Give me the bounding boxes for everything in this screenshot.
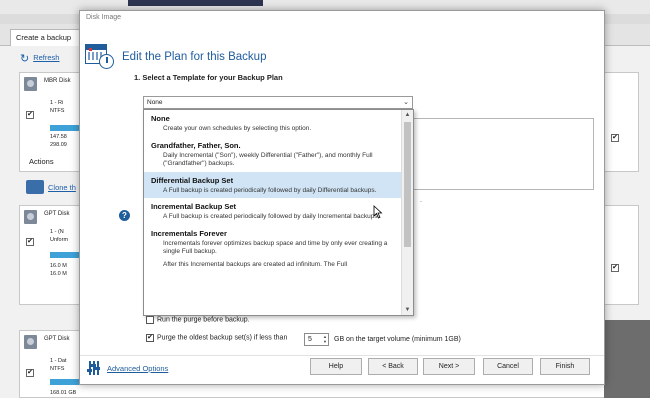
clone-link[interactable]: Clone th [26,180,76,194]
mouse-cursor-icon [373,205,383,219]
scroll-up-icon[interactable]: ▲ [402,110,413,120]
run-purge-option[interactable]: Run the purge before backup. [146,316,250,324]
disk-checkbox[interactable]: ✔ [26,238,34,246]
scrollbar-thumb[interactable] [404,122,411,247]
template-option-incremental[interactable]: Incremental Backup Set A Full backup is … [144,198,402,225]
template-select-value: None [147,99,163,106]
help-icon[interactable]: ? [119,210,130,221]
partition-size: 16.0 M 16.0 M [50,263,67,277]
calendar-clock-icon [85,41,115,69]
purge-size-stepper[interactable]: 5 ▲ ▼ [304,333,329,346]
advanced-options-link[interactable]: Advanced Options [107,364,168,373]
disk-checkbox[interactable]: ✔ [26,111,34,119]
dialog-window-title: Disk Image [86,14,122,21]
purge-oldest-checkbox[interactable]: ✔ [146,334,154,342]
app-title-strip [128,0,263,6]
scroll-down-icon[interactable]: ▼ [402,305,413,315]
disk-image-dialog: Disk Image Edit the Plan for this Backup… [79,10,605,385]
run-purge-checkbox[interactable] [146,316,154,324]
partition-info: 1 - (N Unform [50,229,69,243]
hard-disk-icon [24,77,37,91]
back-button[interactable]: < Back [368,358,418,375]
background-shadow-region [604,320,650,398]
dialog-heading: Edit the Plan for this Backup [122,51,267,63]
schedule-panel [410,118,594,190]
template-option-none[interactable]: None Create your own schedules by select… [144,110,402,137]
chevron-down-icon[interactable]: ⌄ [403,98,409,106]
finish-button[interactable]: Finish [540,358,590,375]
hard-disk-icon [24,210,37,224]
dropdown-scrollbar[interactable]: ▲ ▼ [401,110,413,315]
template-option-differential[interactable]: Differential Backup Set A Full backup is… [144,171,402,198]
purge-oldest-option[interactable]: ✔ Purge the oldest backup set(s) if less … [146,334,287,342]
disk-title: GPT Disk [44,211,70,217]
partition-info: 1 - Dat NTFS [50,358,67,372]
disk-title: MBR Disk [44,78,71,84]
panel-marker: . [420,197,422,204]
clone-icon [26,180,44,194]
sliders-icon[interactable] [87,361,101,375]
template-option-incrementals-forever[interactable]: Incrementals Forever Incrementals foreve… [144,225,402,273]
partition-size: 168.01 GB [50,390,77,396]
template-select[interactable]: None ⌄ [143,96,413,109]
tab-create-backup[interactable]: Create a backup [10,29,80,46]
help-button[interactable]: Help [310,358,362,375]
hard-disk-icon [24,335,37,349]
step-label: 1. Select a Template for your Backup Pla… [134,73,283,82]
partition-size: 147.58 298.09 [50,134,67,148]
template-options: None Create your own schedules by select… [144,110,402,315]
disk-checkbox[interactable]: ✔ [26,369,34,377]
right-checkbox[interactable]: ✔ [611,264,619,272]
partition-usage-bar [50,125,80,131]
footer-divider [80,355,604,356]
next-button[interactable]: Next > [423,358,475,375]
cancel-button[interactable]: Cancel [483,358,533,375]
refresh-icon: ↻ [20,53,30,65]
actions-label[interactable]: Actions [29,157,54,166]
partition-usage-bar [50,252,80,258]
disk-title: GPT Disk [44,336,70,342]
template-option-gfs[interactable]: Grandfather, Father, Son. Daily Incremen… [144,137,402,172]
stepper-arrows-icon[interactable]: ▲ ▼ [323,334,327,344]
refresh-link[interactable]: ↻ Refresh [20,52,59,65]
purge-size-suffix: GB on the target volume (minimum 1GB) [334,336,461,343]
partition-info: 1 - Ri NTFS [50,100,65,114]
right-checkbox[interactable]: ✔ [611,134,619,142]
